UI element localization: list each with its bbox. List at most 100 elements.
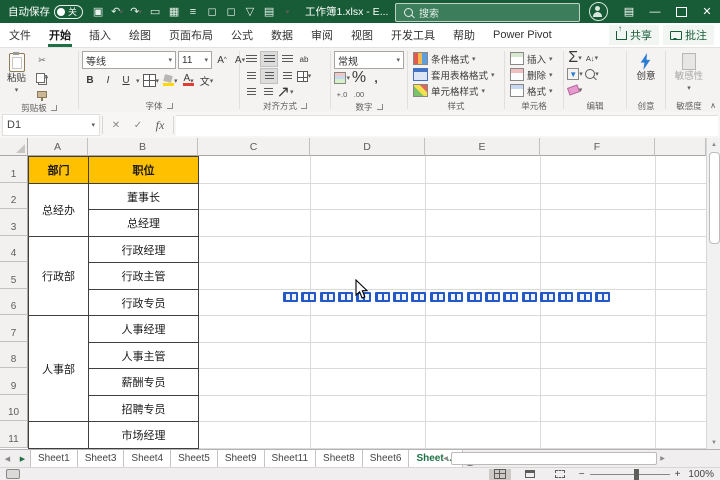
- drag-chip[interactable]: [320, 292, 335, 302]
- close-button[interactable]: ✕: [694, 0, 720, 23]
- increase-decimal-button[interactable]: +.0: [334, 87, 350, 101]
- dept-cell[interactable]: 行政部: [28, 236, 89, 316]
- sheet-tab-Sheet1[interactable]: Sheet1: [30, 450, 78, 467]
- dept-cell[interactable]: 总经办: [28, 183, 89, 237]
- borders-button[interactable]: ▾: [142, 73, 161, 88]
- sort-filter-button[interactable]: A↓ ▾: [584, 51, 600, 65]
- align-right-button[interactable]: [279, 69, 295, 83]
- autosave-toggle[interactable]: 自动保存 关: [8, 4, 84, 19]
- drag-chip[interactable]: [503, 292, 518, 302]
- tab-视图[interactable]: 视图: [342, 23, 382, 47]
- cell-B1[interactable]: 职位: [88, 156, 199, 184]
- row-header-7[interactable]: 7: [0, 315, 28, 342]
- position-cell[interactable]: 人事主管: [88, 342, 199, 369]
- normal-view-button[interactable]: [488, 468, 511, 480]
- dept-cell[interactable]: [28, 421, 89, 449]
- name-box[interactable]: D1 ▾: [2, 114, 100, 136]
- cut-button[interactable]: ✂: [32, 53, 52, 68]
- align-left-button[interactable]: [243, 69, 259, 83]
- format-cells-button[interactable]: 格式 ▾: [508, 83, 555, 98]
- ribbon-display-options-button[interactable]: ▤: [616, 0, 642, 23]
- align-center-button[interactable]: [260, 68, 278, 84]
- column-header-E[interactable]: E: [425, 138, 540, 156]
- zoom-slider[interactable]: − +: [579, 468, 680, 480]
- sheet-nav-left-button[interactable]: ◀: [0, 450, 15, 467]
- tab-文件[interactable]: 文件: [0, 23, 40, 47]
- ideas-button[interactable]: 创意: [632, 51, 659, 85]
- orientation-button[interactable]: ↗ ▾: [277, 84, 294, 101]
- drag-chip[interactable]: [283, 292, 298, 302]
- position-cell[interactable]: 行政经理: [88, 236, 199, 263]
- tab-公式[interactable]: 公式: [222, 23, 262, 47]
- dialog-launcher-icon[interactable]: [166, 102, 173, 109]
- sheet-tab-Sheet6[interactable]: Sheet6: [361, 450, 410, 467]
- drag-chip[interactable]: [595, 292, 610, 302]
- drag-chip[interactable]: [540, 292, 555, 302]
- zoom-thumb[interactable]: [633, 468, 639, 480]
- position-cell[interactable]: 人事经理: [88, 315, 199, 343]
- number-format-select[interactable]: 常规 ▾: [334, 51, 404, 69]
- copy-button[interactable]: ▾: [32, 70, 52, 85]
- zoom-level[interactable]: 100%: [688, 469, 714, 480]
- tab-帮助[interactable]: 帮助: [444, 23, 484, 47]
- horizontal-scroll-thumb[interactable]: [451, 451, 657, 465]
- position-cell[interactable]: 行政主管: [88, 262, 199, 290]
- collapse-ribbon-button[interactable]: ∧: [710, 101, 716, 110]
- font-color-button[interactable]: A ▾: [181, 73, 197, 88]
- sheet-tab-Sheet11[interactable]: Sheet11: [263, 450, 317, 467]
- maximize-button[interactable]: [668, 0, 694, 23]
- drag-chip[interactable]: [338, 292, 353, 302]
- sheet-nav-right-button[interactable]: ▶: [15, 450, 30, 467]
- decrease-indent-button[interactable]: [243, 85, 259, 99]
- touch-mode-icon[interactable]: ▭: [146, 3, 164, 21]
- user-avatar[interactable]: [589, 2, 608, 21]
- enter-entry-button[interactable]: ✓: [127, 115, 149, 135]
- position-cell[interactable]: 薪酬专员: [88, 368, 199, 396]
- insert-function-button[interactable]: fx: [149, 115, 171, 135]
- formula-input[interactable]: [176, 114, 718, 136]
- borders-icon[interactable]: ▦: [165, 3, 183, 21]
- cancel-entry-button[interactable]: ✕: [105, 115, 127, 135]
- group-icon[interactable]: ▤: [260, 3, 278, 21]
- sheet-tab-Sheet3[interactable]: Sheet3: [76, 450, 125, 467]
- list-icon[interactable]: ≡: [184, 3, 202, 21]
- insert-cells-button[interactable]: 插入 ▾: [508, 51, 555, 66]
- drag-chip[interactable]: [301, 292, 316, 302]
- comma-style-button[interactable]: ,: [368, 71, 384, 85]
- cell-A1[interactable]: 部门: [28, 156, 89, 184]
- align-middle-button[interactable]: [260, 51, 278, 67]
- clear-button[interactable]: ▾: [566, 83, 583, 97]
- dept-cell[interactable]: 人事部: [28, 315, 89, 422]
- page-layout-view-button[interactable]: [519, 469, 541, 480]
- sheet-tab-Sheet4[interactable]: Sheet4: [123, 450, 172, 467]
- fill-button[interactable]: ▼ ▾: [567, 67, 583, 81]
- save-button[interactable]: ▣: [89, 3, 107, 21]
- comment-icon[interactable]: ◻: [203, 3, 221, 21]
- font-name-select[interactable]: 等线 ▾: [82, 51, 176, 69]
- row-header-5[interactable]: 5: [0, 262, 28, 289]
- accounting-format-button[interactable]: ▾: [334, 71, 350, 85]
- align-bottom-button[interactable]: [279, 52, 295, 66]
- conditional-formatting-button[interactable]: 条件格式 ▾: [411, 51, 478, 66]
- position-cell[interactable]: 总经理: [88, 209, 199, 237]
- minimize-button[interactable]: —: [642, 0, 668, 23]
- column-header-A[interactable]: A: [28, 138, 88, 156]
- cell-styles-button[interactable]: 单元格样式 ▾: [411, 83, 487, 98]
- position-cell[interactable]: 董事长: [88, 183, 199, 210]
- tab-开始[interactable]: 开始: [40, 23, 80, 47]
- page-break-view-button[interactable]: [549, 469, 571, 480]
- underline-button[interactable]: U: [118, 73, 134, 88]
- format-painter-button[interactable]: [32, 87, 52, 102]
- bold-button[interactable]: B: [82, 73, 98, 88]
- column-header-partial[interactable]: [655, 138, 706, 156]
- row-header-8[interactable]: 8: [0, 342, 28, 368]
- row-header-4[interactable]: 4: [0, 236, 28, 262]
- italic-button[interactable]: I: [100, 73, 116, 88]
- search-input[interactable]: 搜索: [395, 3, 580, 22]
- tab-插入[interactable]: 插入: [80, 23, 120, 47]
- position-cell[interactable]: 招聘专员: [88, 395, 199, 422]
- autosum-button[interactable]: Σ ▾: [567, 49, 583, 66]
- drag-chip[interactable]: [448, 292, 463, 302]
- worksheet-grid[interactable]: ABCDEF 1 2 3 4 5 6 7 8 9 10 11 部门 职位 总经办 董事长 总经理 行政部 行政经…: [0, 138, 706, 449]
- drag-chip[interactable]: [393, 292, 408, 302]
